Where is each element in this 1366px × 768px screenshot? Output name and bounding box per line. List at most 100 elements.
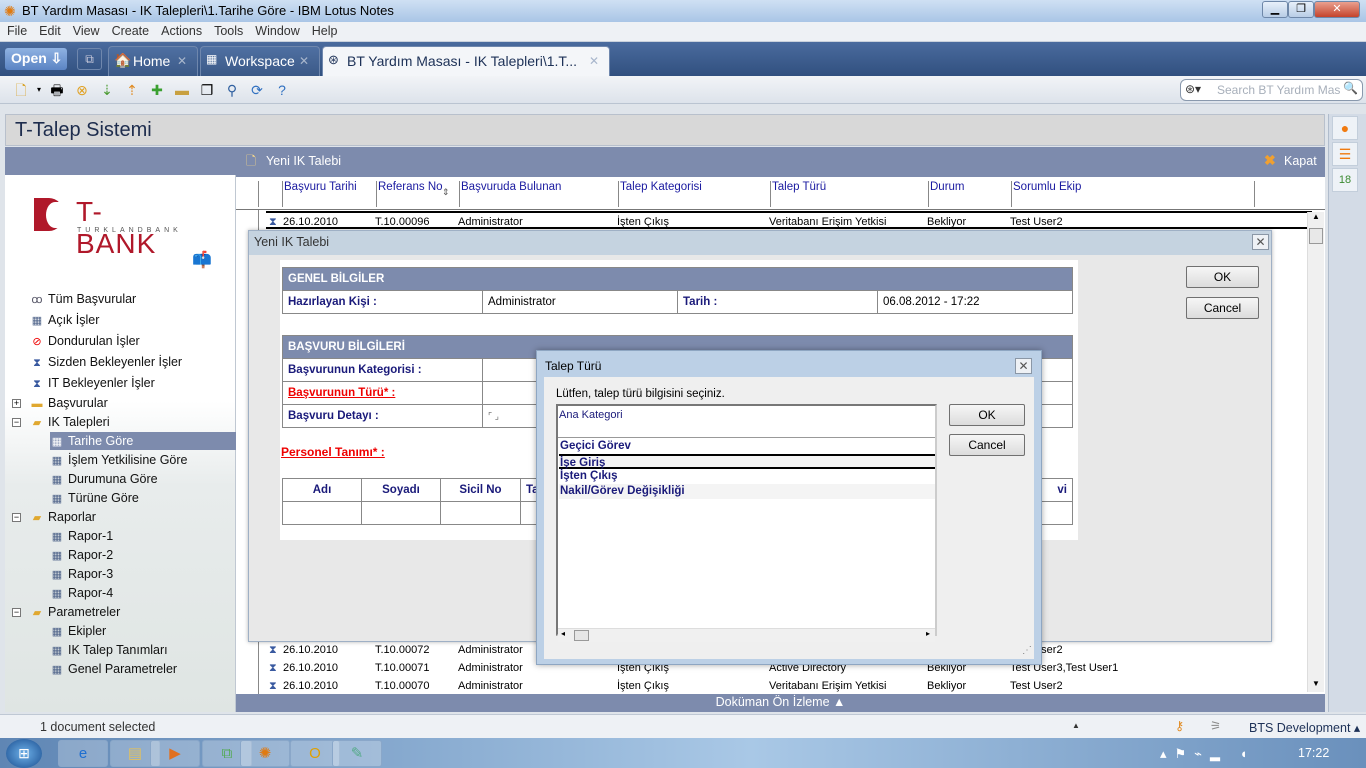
nav-item[interactable]: ⧗ IT Bekleyenler İşler [30, 374, 155, 392]
close-dialog-button[interactable]: ✕ [1015, 358, 1032, 374]
collapse-icon[interactable]: ▬ [173, 81, 191, 99]
tur-label[interactable]: Başvurunun Türü* : [288, 387, 395, 399]
column-referans-no[interactable]: Referans No [376, 181, 443, 207]
nav-item[interactable]: ▦ Tarihe Göre [50, 432, 236, 450]
nav-item[interactable]: ▦ Ekipler [50, 622, 106, 640]
column-sorumlu-ekip[interactable]: Sorumlu Ekip [1011, 181, 1081, 207]
feeds-icon[interactable]: ☰ [1332, 142, 1358, 166]
nav-item[interactable]: ▦ Durumuna Göre [50, 470, 158, 488]
talep-turu-list[interactable]: Ana Kategori Geçici Görev İşe Giriş İşten … [556, 404, 937, 642]
nav-item[interactable]: ▦ Rapor-4 [50, 584, 113, 602]
switcher-button[interactable]: ⧉ [77, 48, 102, 70]
offline-icon[interactable]: ⚞ [1210, 718, 1221, 733]
nav-item[interactable]: ▦ İşlem Yetkilisine Göre [50, 451, 188, 469]
view-scrollbar[interactable]: ▲ ▼ [1307, 212, 1324, 692]
horizontal-scrollbar[interactable]: ◂ ▸ [558, 628, 935, 642]
column-durum[interactable]: Durum [928, 181, 965, 207]
nav-item[interactable]: ⧗ Sizden Bekleyenler İşler [30, 353, 182, 371]
nav-item[interactable]: ▦ Rapor-3 [50, 565, 113, 583]
nav-item[interactable]: ꝏ Tüm Başvurular [30, 290, 136, 308]
stop-icon[interactable]: ⊗ [73, 81, 91, 99]
scroll-left-icon[interactable]: ◂ [561, 629, 565, 638]
nav-item[interactable]: ▰ IK Talepleri [30, 413, 110, 431]
tray-icons[interactable]: ▴⚑⌁▂ ◖ [1160, 746, 1255, 762]
expand-toggle-icon[interactable]: − [12, 513, 21, 522]
expand-icon[interactable]: ✚ [148, 81, 166, 99]
nav-item[interactable]: ▦ Türüne Göre [50, 489, 139, 507]
scroll-up-icon[interactable]: ▲ [1312, 212, 1320, 221]
close-tab-icon[interactable]: ✕ [299, 54, 309, 68]
maximize-button[interactable]: ❐ [1288, 1, 1314, 18]
new-ik-talebi-button[interactable]: Yeni IK Talebi [266, 154, 341, 168]
print-icon[interactable]: 🖶 [48, 81, 66, 99]
table-row[interactable]: ⧗ 26.10.2010 T.10.00096 Administrator İşten … [266, 211, 1312, 229]
ok-button[interactable]: OK [1186, 266, 1259, 288]
status-menu-arrow[interactable]: ▲ [1072, 721, 1080, 730]
next-unread-icon[interactable]: ⇣ [98, 81, 116, 99]
table-row[interactable]: ⧗ 26.10.2010 T.10.00070 Administrator İşten … [266, 677, 1312, 695]
column-talep-kategorisi[interactable]: Talep Kategorisi [618, 181, 702, 207]
sametime-icon[interactable]: ● [1332, 116, 1358, 140]
open-button[interactable]: Open ⇩ [5, 48, 67, 70]
menu-view[interactable]: View [66, 22, 105, 38]
expand-toggle-icon[interactable]: + [12, 399, 21, 408]
menu-file[interactable]: File [0, 22, 32, 38]
key-icon[interactable]: ⚷ [1175, 718, 1184, 733]
sort-icon[interactable]: ⇕ [442, 187, 450, 198]
paint-icon[interactable]: ✎ [332, 740, 382, 767]
nav-item[interactable]: ▦ Genel Parametreler [50, 660, 177, 678]
close-window-button[interactable]: ✕ [1314, 1, 1360, 18]
calendar-icon[interactable]: 18 [1332, 168, 1358, 192]
nav-item[interactable]: ▦ Rapor-2 [50, 546, 113, 564]
scroll-thumb[interactable] [1309, 228, 1323, 244]
close-tab-icon[interactable]: ✕ [177, 54, 187, 68]
tab-home[interactable]: 🏠 Home ✕ [108, 46, 198, 76]
menu-help[interactable]: Help [305, 22, 343, 38]
clock[interactable]: 17:22 [1298, 746, 1329, 760]
nav-item[interactable]: ⊘ Dondurulan İşler [30, 332, 139, 350]
menu-create[interactable]: Create [105, 22, 155, 38]
scroll-right-icon[interactable]: ▸ [926, 629, 930, 638]
nav-item[interactable]: ▦ Rapor-1 [50, 527, 113, 545]
start-button[interactable]: ⊞ [6, 739, 42, 768]
mailbox-icon[interactable]: 📫 [192, 250, 212, 270]
tab-bt-yardim-masasi[interactable]: ⊛ BT Yardım Masası - IK Talepleri\1.T... ✕ [322, 46, 610, 76]
tab-workspace[interactable]: ▦ Workspace ✕ [200, 46, 320, 76]
list-option[interactable]: İşe Giriş [559, 454, 935, 469]
ie-icon[interactable]: e [58, 740, 108, 767]
kapat-button[interactable]: Kapat [1284, 154, 1317, 168]
search-input[interactable]: ⊛▾ Search BT Yardım Mas 🔍 [1180, 79, 1363, 101]
menu-edit[interactable]: Edit [32, 22, 66, 38]
nav-item[interactable]: ▦ IK Talep Tanımları [50, 641, 168, 659]
cancel-button[interactable]: Cancel [1186, 297, 1259, 319]
expand-toggle-icon[interactable]: − [12, 608, 21, 617]
column-basvuruda-bulunan[interactable]: Başvuruda Bulunan [459, 181, 561, 207]
nav-item[interactable]: ▬ Başvurular [30, 394, 108, 412]
lotus-notes-taskbar-icon[interactable]: ✺ [240, 740, 290, 767]
nav-item[interactable]: ▰ Parametreler [30, 603, 120, 621]
document-preview-toggle[interactable]: Doküman Ön İzleme ▲ [236, 694, 1325, 712]
column-talep-turu[interactable]: Talep Türü [770, 181, 826, 207]
list-option[interactable]: Geçici Görev [559, 439, 935, 454]
list-option[interactable]: Nakil/Görev Değişikliği [559, 484, 935, 499]
minimize-button[interactable]: ▁ [1262, 1, 1288, 18]
refresh-icon[interactable]: ⟳ [248, 81, 266, 99]
menu-window[interactable]: Window [248, 22, 304, 38]
copy-icon[interactable]: ❐ [198, 81, 216, 99]
ok-button[interactable]: OK [949, 404, 1025, 426]
scroll-thumb[interactable] [574, 630, 589, 641]
column-basvuru-tarihi[interactable]: Başvuru Tarihi [282, 181, 357, 207]
location-selector[interactable]: BTS Development ▴ [1249, 720, 1360, 735]
scroll-down-icon[interactable]: ▼ [1312, 679, 1320, 688]
new-document-icon[interactable]: 🗋 [12, 81, 30, 99]
nav-item[interactable]: ▦ Açık İşler [30, 311, 100, 329]
close-dialog-button[interactable]: ✕ [1252, 234, 1269, 250]
find-icon[interactable]: ⚲ [223, 81, 241, 99]
personel-tanimi-label[interactable]: Personel Tanımı* : [281, 445, 385, 459]
media-player-icon[interactable]: ▶ [150, 740, 200, 767]
menu-actions[interactable]: Actions [154, 22, 207, 38]
list-option[interactable]: İşten Çıkış [559, 469, 935, 484]
help-icon[interactable]: ? [273, 81, 291, 99]
menu-tools[interactable]: Tools [207, 22, 248, 38]
previous-unread-icon[interactable]: ⇡ [123, 81, 141, 99]
